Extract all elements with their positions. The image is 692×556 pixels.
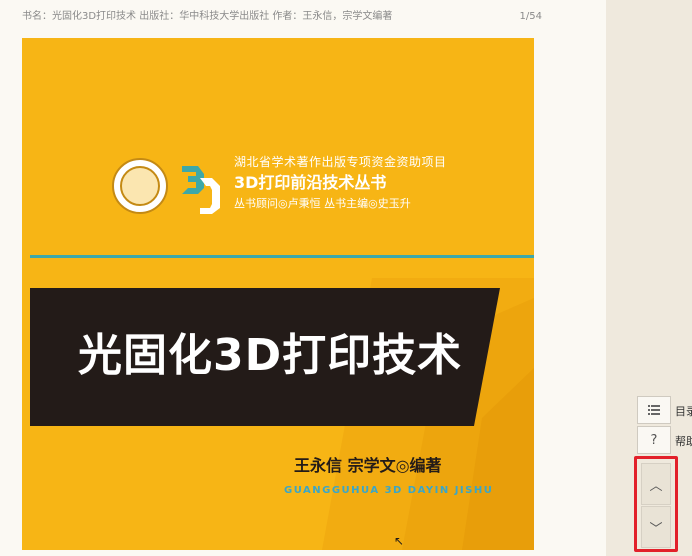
book-title: 光固化3D打印技术 (78, 330, 463, 381)
series-editors: 丛书顾问◎卢秉恒 丛书主编◎史玉升 (234, 197, 411, 210)
page-nav-group: ︿ ﹀ (634, 456, 678, 552)
page-counter: 1/54 (519, 11, 542, 22)
cursor-icon: ↖︎ (394, 534, 405, 548)
book-authors: 王永信 宗学文◎编著 (294, 456, 442, 475)
book-cover: 湖北省学术著作出版专项资金资助项目 3D打印前沿技术丛书 丛书顾问◎卢秉恒 丛书… (22, 38, 534, 550)
next-page-button[interactable]: ﹀ (641, 506, 671, 548)
side-toolbar: 目录 ? 帮助 (637, 396, 692, 456)
publisher-seal-icon (112, 158, 168, 214)
question-icon: ? (650, 432, 658, 448)
reader-page: 书名：光固化3D打印技术 出版社：华中科技大学出版社 作者：王永信，宗学文编著 … (0, 0, 606, 556)
help-button[interactable]: ? (637, 426, 671, 454)
series-note: 湖北省学术著作出版专项资金资助项目 (234, 155, 447, 169)
toc-label[interactable]: 目录 (675, 403, 692, 419)
series-name: 3D打印前沿技术丛书 (234, 173, 387, 192)
toc-button[interactable] (637, 396, 671, 424)
chevron-down-icon: ﹀ (649, 521, 663, 537)
help-label[interactable]: 帮助 (675, 433, 692, 449)
chevron-up-icon: ︿ (649, 478, 663, 494)
title-band-wedge (474, 288, 500, 426)
cover-divider (30, 255, 534, 258)
page-header: 书名：光固化3D打印技术 出版社：华中科技大学出版社 作者：王永信，宗学文编著 … (22, 10, 542, 24)
list-icon (648, 405, 660, 415)
prev-page-button[interactable]: ︿ (641, 463, 671, 505)
book-meta: 书名：光固化3D打印技术 出版社：华中科技大学出版社 作者：王永信，宗学文编著 (22, 11, 393, 22)
series-info: 湖北省学术著作出版专项资金资助项目 3D打印前沿技术丛书 丛书顾问◎卢秉恒 丛书… (234, 154, 447, 212)
book-title-pinyin: GUANGGUHUA 3D DAYIN JISHU (284, 485, 494, 496)
3d-logo-icon (182, 166, 220, 214)
